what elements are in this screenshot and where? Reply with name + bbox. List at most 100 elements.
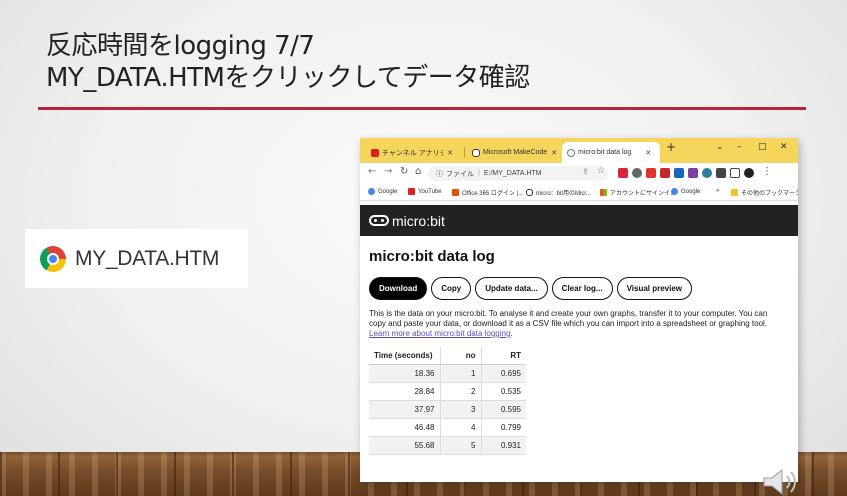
slide-title-line1: 反応時間をlogging 7/7	[46, 31, 315, 61]
download-button[interactable]: Download	[369, 277, 428, 300]
maximize-button[interactable]: □	[758, 142, 767, 152]
column-header: Time (seconds)	[369, 347, 440, 365]
reload-icon[interactable]: ↻	[400, 166, 408, 177]
tab-separator	[464, 147, 465, 158]
file-badge: MY_DATA.HTM	[25, 229, 248, 288]
extension-icon[interactable]	[660, 168, 670, 178]
microsoft-icon	[600, 189, 607, 196]
table-cell: 46.48	[369, 418, 440, 437]
kebab-menu-icon[interactable]: ⋮	[762, 166, 772, 177]
bookmark-item[interactable]: micro：bit用のMicr...	[526, 188, 591, 197]
clear-log-button[interactable]: Clear log...	[551, 277, 613, 300]
avatar[interactable]	[744, 168, 754, 178]
microbit-brand[interactable]: micro:bit	[392, 213, 445, 229]
youtube-icon	[371, 148, 379, 157]
tab-label: チャンネル アナリティクス - Y	[382, 149, 444, 157]
bookmarks-overflow[interactable]: »	[716, 188, 719, 194]
tab-strip: チャンネル アナリティクス - Y ✕ Microsoft MakeCode ✕…	[360, 138, 798, 163]
star-icon[interactable]: ☆	[597, 166, 605, 176]
update-data-button[interactable]: Update data...	[475, 277, 548, 300]
table-cell: 0.931	[480, 436, 526, 455]
table-cell: 55.68	[369, 436, 440, 455]
copy-button[interactable]: Copy	[431, 277, 472, 300]
home-icon[interactable]: ⌂	[415, 166, 421, 177]
table-cell: 37.97	[369, 400, 440, 419]
chevron-down-icon[interactable]: ⌄	[716, 142, 724, 152]
bookmark-item[interactable]: アカウントにサインイン	[600, 188, 676, 197]
tab-analytics[interactable]: チャンネル アナリティクス - Y ✕	[366, 142, 458, 163]
other-bookmarks[interactable]: その他のブックマーク	[731, 188, 798, 197]
description-text: This is the data on your micro:bit. To a…	[369, 309, 768, 328]
browser-toolbar: ← → ↻ ⌂ ⓘ ファイル | E:/MY_DATA.HTM ⇪ ☆ ⋮	[360, 163, 798, 184]
bookmark-label: Office 365 ログイン |...	[462, 191, 524, 197]
address-scheme: ファイル	[446, 170, 474, 178]
bookmark-label: Google	[378, 188, 398, 195]
minimize-button[interactable]: –	[737, 142, 742, 152]
bookmark-item[interactable]: YouTube	[408, 188, 442, 195]
column-header: no	[439, 347, 481, 365]
bookmark-item[interactable]: Google	[671, 188, 700, 195]
bookmark-label: YouTube	[418, 188, 442, 195]
table-row: 18.36 1 0.695	[369, 364, 526, 383]
puzzle-icon[interactable]	[716, 168, 726, 178]
bookmark-item[interactable]: Office 365 ログイン |...	[452, 188, 523, 197]
sidepanel-icon[interactable]	[730, 168, 740, 178]
table-cell: 28.84	[369, 382, 440, 401]
close-window-button[interactable]: ✕	[780, 142, 788, 152]
info-icon: ⓘ	[436, 170, 443, 178]
bookmark-label: アカウントにサインイン	[610, 191, 677, 197]
extension-icon[interactable]	[688, 168, 698, 178]
table-cell: 1	[439, 364, 481, 383]
column-header: RT	[480, 347, 526, 365]
table-cell: 0.535	[480, 382, 526, 401]
bookmark-label: Google	[681, 188, 701, 195]
table-cell: 3	[439, 400, 481, 419]
bookmarks-bar: Google YouTube Office 365 ログイン |... micr…	[360, 184, 798, 201]
close-icon[interactable]: ✕	[551, 149, 557, 157]
data-table: Time (seconds) no RT 18.36 1 0.695 28.84…	[369, 347, 526, 455]
forward-icon[interactable]: →	[384, 166, 392, 177]
address-separator: |	[478, 170, 480, 177]
extension-icon[interactable]	[674, 168, 684, 178]
visual-preview-button[interactable]: Visual preview	[616, 277, 693, 300]
page-title: micro:bit data log	[369, 248, 495, 265]
table-cell: 4	[439, 418, 481, 437]
office-icon	[452, 189, 459, 196]
new-tab-button[interactable]: +	[666, 140, 676, 154]
browser-window: チャンネル アナリティクス - Y ✕ Microsoft MakeCode ✕…	[360, 138, 798, 482]
table-cell: 0.799	[480, 418, 526, 437]
table-row: 55.68 5 0.931	[369, 436, 526, 455]
table-cell: 2	[439, 382, 481, 401]
share-icon[interactable]: ⇪	[582, 167, 589, 176]
file-badge-label: MY_DATA.HTM	[75, 246, 220, 270]
table-row: 37.97 3 0.595	[369, 400, 526, 419]
address-path: E:/MY_DATA.HTM	[483, 170, 542, 177]
bookmark-item[interactable]: Google	[368, 188, 397, 195]
extension-icon[interactable]	[632, 168, 642, 178]
table-cell: 18.36	[369, 364, 440, 383]
address-bar[interactable]: ⓘ ファイル | E:/MY_DATA.HTM	[428, 166, 608, 181]
action-buttons: Download Copy Update data... Clear log..…	[369, 277, 696, 300]
learn-more-link[interactable]: Learn more about micro:bit data logging	[369, 329, 510, 338]
slide-title-line2: MY_DATA.HTMをクリックしてデータ確認	[46, 63, 530, 93]
gmail-extension-icon[interactable]	[618, 168, 628, 178]
adobe-extension-icon[interactable]	[646, 168, 656, 178]
speaker-icon[interactable]	[760, 467, 808, 495]
table-row: 46.48 4 0.799	[369, 418, 526, 437]
tab-makecode[interactable]: Microsoft MakeCode ✕	[467, 142, 559, 163]
title-underline	[38, 107, 806, 110]
close-icon[interactable]: ✕	[645, 149, 651, 157]
close-icon[interactable]: ✕	[447, 149, 453, 157]
tab-label: micro:bit data log	[578, 149, 632, 156]
back-icon[interactable]: ←	[368, 166, 376, 177]
description-period: .	[510, 329, 513, 338]
microbit-header: micro:bit	[360, 205, 798, 236]
microbit-logo-icon	[369, 215, 389, 226]
extension-icon[interactable]	[702, 168, 712, 178]
table-cell: 0.595	[480, 400, 526, 419]
tab-data-log[interactable]: micro:bit data log ✕	[562, 142, 660, 163]
tab-label: Microsoft MakeCode	[483, 149, 548, 156]
description: This is the data on your micro:bit. To a…	[369, 309, 779, 339]
other-bookmarks-label: その他のブックマーク	[741, 191, 798, 197]
makecode-icon	[472, 148, 480, 157]
